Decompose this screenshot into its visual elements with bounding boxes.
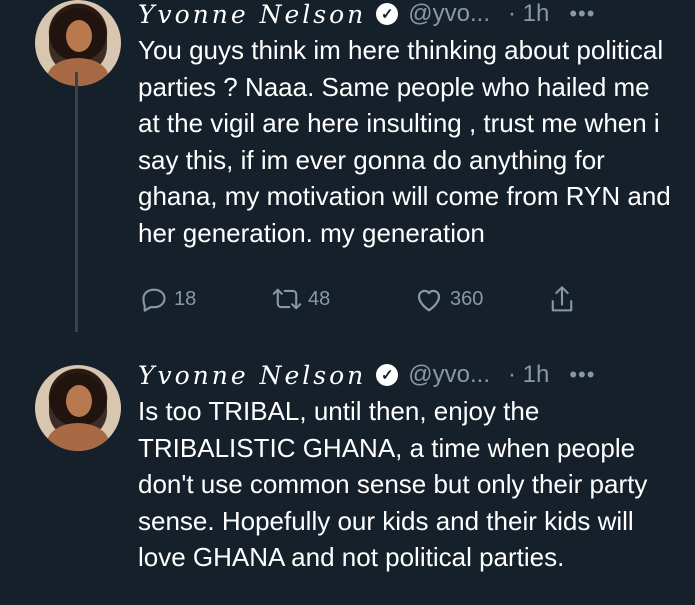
display-name[interactable]: Yvonne Nelson	[138, 0, 366, 29]
heart-icon	[417, 289, 441, 312]
tweet-text: Is too TRIBAL, until then, enjoy the TRI…	[138, 396, 648, 572]
timestamp[interactable]: · 1h	[508, 361, 549, 389]
tweet-header: Yvonne Nelson ✓ @yvo... · 1h •••	[138, 0, 595, 34]
user-handle[interactable]: @yvo...	[408, 361, 490, 389]
verified-badge-icon: ✓	[376, 364, 399, 386]
share-button[interactable]	[548, 285, 576, 315]
avatar-face	[66, 20, 92, 52]
more-options-icon[interactable]: •••	[569, 362, 595, 388]
like-button[interactable]: 360	[414, 285, 483, 313]
timestamp[interactable]: · 1h	[508, 0, 549, 28]
reply-button[interactable]: 18	[140, 285, 196, 313]
avatar-face	[66, 385, 92, 417]
avatar[interactable]	[35, 0, 121, 86]
more-options-icon[interactable]: •••	[569, 1, 595, 27]
share-icon	[551, 286, 573, 312]
display-name[interactable]: Yvonne Nelson	[138, 361, 366, 390]
retweet-count: 48	[308, 287, 331, 310]
reply-count: 18	[174, 287, 197, 310]
like-count: 360	[450, 287, 484, 310]
verified-badge-icon: ✓	[376, 3, 399, 25]
tweet-actions: 18 48 360	[138, 285, 588, 315]
tweet-text: You guys think im here thinking about po…	[138, 35, 671, 248]
retweet-button[interactable]: 48	[272, 285, 330, 313]
user-handle[interactable]: @yvo...	[408, 0, 490, 28]
reply-icon	[142, 288, 166, 312]
tweet-header: Yvonne Nelson ✓ @yvo... · 1h •••	[138, 355, 595, 395]
thread-connector-line	[75, 72, 78, 332]
retweet-icon	[272, 288, 302, 310]
avatar[interactable]	[35, 365, 121, 451]
